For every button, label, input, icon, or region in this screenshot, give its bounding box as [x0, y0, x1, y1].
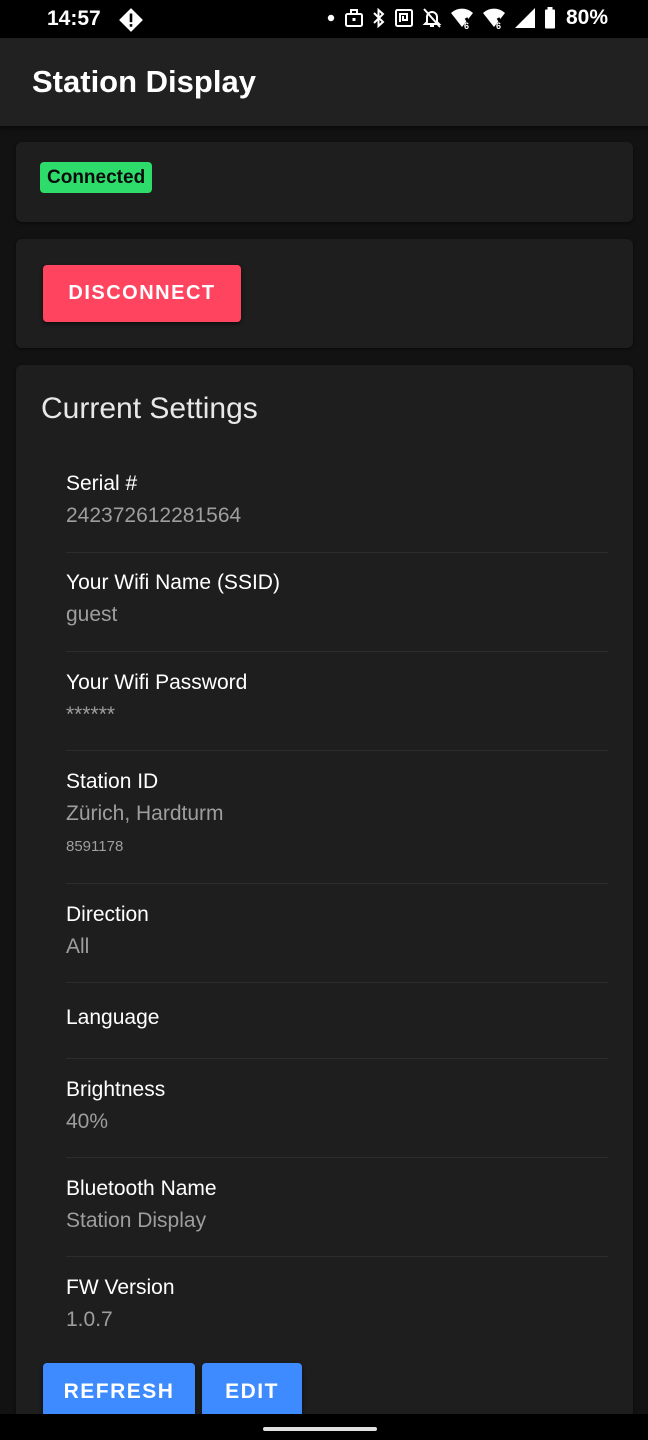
setting-label: Direction [66, 903, 149, 926]
setting-wifi-password[interactable]: Your Wifi Password ****** [66, 671, 608, 727]
setting-bluetooth-name[interactable]: Bluetooth Name Station Display [66, 1177, 608, 1233]
page-title: Station Display [32, 64, 256, 99]
setting-label: Language [66, 1006, 160, 1029]
connection-card: Connected [16, 142, 633, 222]
setting-value: 1.0.7 [66, 1308, 113, 1331]
alert-icon [119, 8, 143, 32]
bluetooth-icon [373, 7, 385, 29]
divider [66, 1058, 608, 1059]
setting-value: 242372612281564 [66, 504, 242, 527]
wifi-icon: 6 [450, 8, 474, 30]
edit-button[interactable]: EDIT [202, 1363, 302, 1420]
setting-value: Station Display [66, 1209, 207, 1232]
setting-label: Your Wifi Name (SSID) [66, 571, 280, 594]
setting-value: ****** [66, 703, 116, 726]
setting-brightness[interactable]: Brightness 40% [66, 1078, 608, 1134]
setting-label: Bluetooth Name [66, 1177, 217, 1200]
refresh-button[interactable]: REFRESH [43, 1363, 195, 1420]
settings-card: Current Settings Serial # 24237261228156… [16, 365, 633, 1435]
divider [66, 750, 608, 751]
setting-value: 40% [66, 1110, 109, 1133]
settings-title: Current Settings [41, 392, 258, 425]
signal-icon [514, 8, 535, 28]
setting-fw-version[interactable]: FW Version 1.0.7 [66, 1276, 608, 1332]
setting-label: Station ID [66, 770, 159, 793]
setting-serial[interactable]: Serial # 242372612281564 [66, 472, 608, 528]
divider [66, 1256, 608, 1257]
status-time: 14:57 [47, 7, 101, 30]
divider [66, 651, 608, 652]
nfc-icon [394, 9, 413, 27]
home-gesture-handle[interactable] [263, 1427, 377, 1431]
setting-language[interactable]: Language [66, 1006, 608, 1030]
setting-station-id[interactable]: Station ID Zürich, Hardturm 8591178 [66, 770, 608, 855]
dot-icon [327, 14, 335, 22]
setting-wifi-name[interactable]: Your Wifi Name (SSID) guest [66, 571, 608, 627]
battery-percent: 80% [565, 6, 608, 29]
wifi-icon: 6 [482, 8, 506, 30]
battery-icon [544, 7, 555, 29]
svg-text:6: 6 [496, 21, 501, 30]
setting-value: guest [66, 603, 118, 626]
setting-subvalue: 8591178 [66, 838, 124, 855]
setting-direction[interactable]: Direction All [66, 903, 608, 959]
app-bar: Station Display [0, 38, 648, 126]
divider [66, 552, 608, 553]
mute-icon [422, 8, 442, 28]
status-badge: Connected [40, 162, 153, 193]
divider [66, 883, 608, 884]
setting-label: Brightness [66, 1078, 166, 1101]
navigation-bar [0, 1414, 648, 1440]
setting-label: FW Version [66, 1276, 175, 1299]
disconnect-button[interactable]: DISCONNECT [43, 265, 241, 322]
work-profile-icon [344, 9, 363, 27]
divider [66, 1157, 608, 1158]
setting-value: Zürich, Hardturm [66, 802, 224, 825]
setting-value: All [66, 935, 90, 958]
svg-text:6: 6 [464, 21, 469, 30]
divider [66, 982, 608, 983]
setting-label: Serial # [66, 472, 138, 495]
actions-card: DISCONNECT [16, 239, 633, 348]
setting-label: Your Wifi Password [66, 671, 248, 694]
status-bar: 14:57 6 6 80% [0, 0, 648, 38]
